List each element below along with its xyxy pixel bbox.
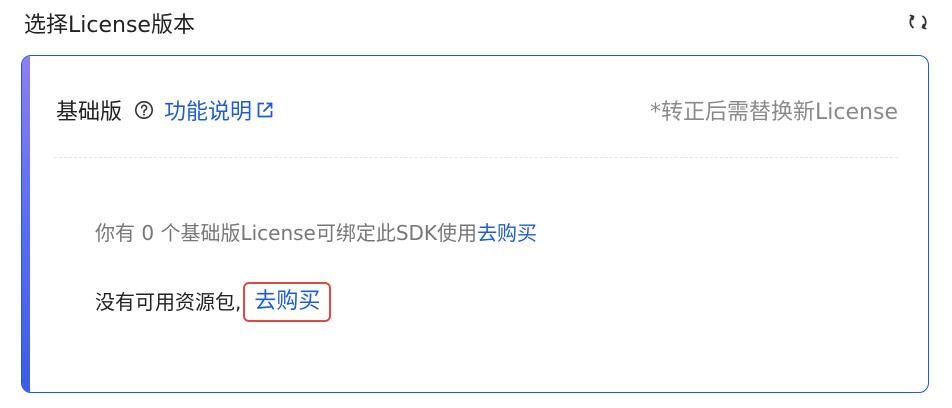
external-link-icon [257,102,273,118]
buy-resource-button[interactable]: 去购买 [243,282,332,322]
replace-license-note: *转正后需替换新License [650,100,898,125]
section-title: 选择License版本 [24,13,195,38]
resource-package-row: 没有可用资源包, 去购买 [95,282,332,322]
license-count-text: 你有 0 个基础版License可绑定此SDK使用 [95,221,478,245]
divider [54,157,898,158]
question-circle-icon[interactable] [134,100,154,120]
license-plan-card[interactable]: 基础版 功能说明 *转正后需替换新License 你有 0 个基础版Licens… [21,55,929,393]
plan-name: 基础版 [56,100,123,125]
buy-license-link[interactable]: 去购买 [477,221,537,245]
feature-description-link[interactable]: 功能说明 [164,94,275,126]
refresh-icon[interactable] [906,10,930,34]
license-availability-text: 你有 0 个基础版License可绑定此SDK使用去购买 [95,218,537,248]
feature-link-label: 功能说明 [164,100,253,125]
card-accent-bar [22,56,30,392]
no-resource-text: 没有可用资源包, [95,290,242,314]
card-header: 基础版 功能说明 *转正后需替换新License [56,90,898,130]
